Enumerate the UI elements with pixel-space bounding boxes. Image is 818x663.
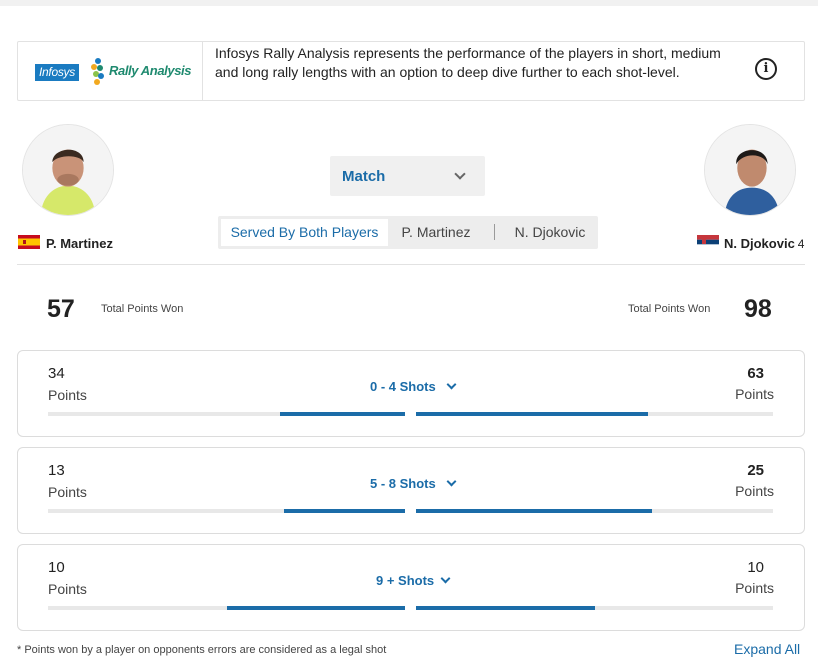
player-avatar-left [22, 124, 114, 216]
rally-right-points: 63 [747, 365, 764, 382]
rally-bar-right-fill [416, 606, 595, 610]
player-seed-right: 4 [797, 237, 805, 251]
rally-bar-right [416, 509, 773, 513]
rally-right-label: Points [735, 386, 774, 402]
footnote: * Points won by a player on opponents er… [17, 644, 387, 656]
tab-separator [494, 224, 495, 240]
banner-description: Infosys Rally Analysis represents the pe… [215, 45, 721, 80]
tab-djokovic[interactable]: N. Djokovic [506, 219, 594, 246]
rally-analysis-logo: Infosys Rally Analysis [18, 42, 203, 100]
rally-left-points: 13 [48, 462, 65, 479]
logo-brand: Infosys [35, 64, 79, 81]
chevron-down-icon [454, 168, 466, 180]
rally-title[interactable]: 0 - 4 Shots [370, 379, 436, 394]
rally-bar-right [416, 606, 773, 610]
info-banner: Infosys Rally Analysis Infosys Rally Ana… [17, 41, 805, 101]
serve-filter-tabs: Served By Both Players P. Martinez N. Dj… [218, 216, 598, 249]
tab-served-by-both[interactable]: Served By Both Players [221, 219, 388, 246]
rally-card[interactable]: 13 Points 5 - 8 Shots 25 Points [17, 447, 805, 534]
top-strip [0, 0, 818, 6]
rally-right-label: Points [735, 483, 774, 499]
rally-bar-right-fill [416, 412, 649, 416]
rally-left-points: 34 [48, 365, 65, 382]
chevron-down-icon[interactable] [440, 573, 451, 584]
rally-right-label: Points [735, 580, 774, 596]
total-points-left: 57 [47, 295, 75, 323]
rally-bar-right [416, 412, 773, 416]
rally-left-label: Points [48, 581, 87, 597]
rally-left-label: Points [48, 484, 87, 500]
player-photo-martinez [23, 125, 113, 215]
player-name-right[interactable]: N. Djokovic 4 [724, 236, 804, 251]
spain-flag-icon [18, 235, 40, 249]
rally-title[interactable]: 9 + Shots [376, 573, 434, 588]
rally-bar-left-fill [226, 606, 405, 610]
rally-right-points: 25 [747, 462, 764, 479]
chevron-down-icon[interactable] [446, 476, 457, 487]
rally-left-label: Points [48, 387, 87, 403]
player-name-left[interactable]: P. Martinez [46, 236, 113, 251]
rally-bar-left [48, 412, 405, 416]
rally-title[interactable]: 5 - 8 Shots [370, 476, 436, 491]
chevron-down-icon[interactable] [446, 379, 457, 390]
tab-martinez[interactable]: P. Martinez [390, 219, 482, 246]
rally-bar-left [48, 606, 405, 610]
serbia-flag-icon [697, 235, 719, 249]
rally-card[interactable]: 34 Points 0 - 4 Shots 63 Points [17, 350, 805, 437]
rally-bar-left-fill [283, 509, 405, 513]
expand-all-link[interactable]: Expand All [734, 641, 800, 657]
info-icon[interactable]: i [755, 58, 777, 80]
rally-card[interactable]: 10 Points 9 + Shots 10 Points [17, 544, 805, 631]
rally-right-points: 10 [747, 559, 764, 576]
player-photo-djokovic [705, 125, 795, 215]
rally-left-points: 10 [48, 559, 65, 576]
section-divider [17, 264, 805, 265]
match-filter-value: Match [342, 168, 386, 185]
rally-bar-left-fill [280, 412, 405, 416]
rally-bar-left [48, 509, 405, 513]
logo-dots-icon [91, 58, 105, 86]
rally-bar-right-fill [416, 509, 652, 513]
total-points-right: 98 [744, 295, 772, 323]
total-points-right-label: Total Points Won [628, 303, 711, 315]
player-avatar-right [704, 124, 796, 216]
match-filter-dropdown[interactable]: Match [330, 156, 485, 196]
logo-product: Rally Analysis [109, 63, 192, 78]
total-points-left-label: Total Points Won [101, 303, 184, 315]
player-name-right-text: N. Djokovic [724, 236, 795, 251]
